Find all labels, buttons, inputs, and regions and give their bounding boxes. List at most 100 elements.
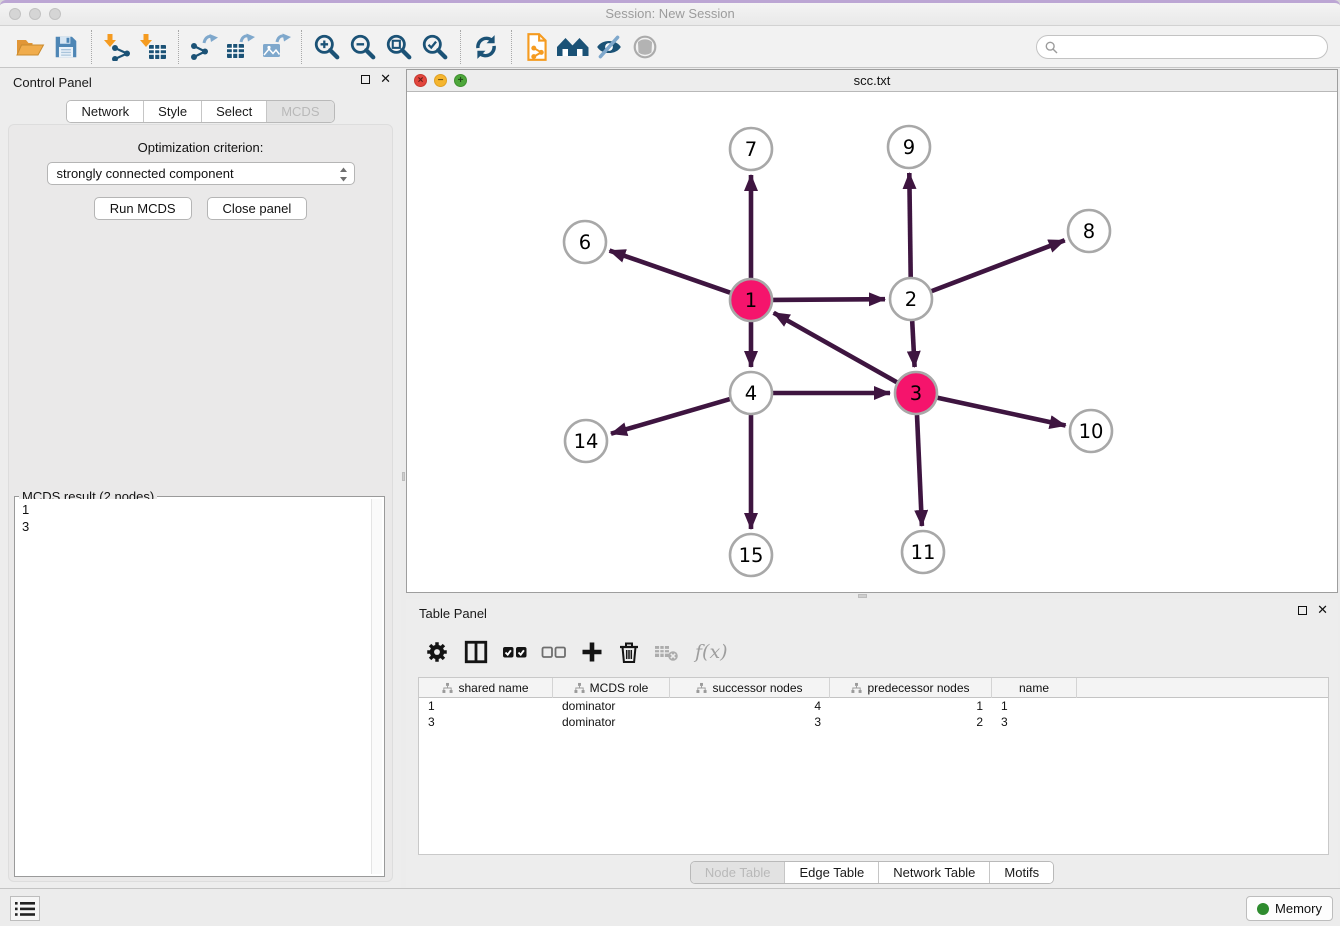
column-label: successor nodes — [712, 681, 802, 695]
hide-selected-icon[interactable] — [591, 30, 627, 64]
control-panel-tabs: NetworkStyleSelectMCDS — [66, 100, 334, 123]
tab-mcds[interactable]: MCDS — [267, 101, 333, 122]
minimize-window-icon[interactable] — [29, 8, 41, 20]
float-panel-icon[interactable] — [361, 75, 370, 84]
search-input[interactable] — [1036, 35, 1328, 59]
node-label: 14 — [574, 430, 599, 453]
zoom-in-icon[interactable] — [309, 30, 345, 64]
network-minimize-icon[interactable]: − — [434, 74, 447, 87]
column-label: predecessor nodes — [867, 681, 969, 695]
node-label: 9 — [903, 136, 915, 159]
column-header-shared-name[interactable]: shared name — [419, 678, 553, 698]
node-10[interactable]: 10 — [1070, 410, 1112, 452]
close-panel-button[interactable]: Close panel — [207, 197, 308, 220]
split-columns-icon[interactable] — [463, 639, 489, 665]
cell-shared-name[interactable]: 1 — [419, 698, 553, 714]
mcds-tab-content: Optimization criterion: strongly connect… — [8, 124, 393, 882]
cell-name[interactable]: 1 — [992, 698, 1077, 714]
window-controls — [9, 8, 61, 20]
edge-2-9[interactable] — [909, 173, 910, 277]
edge-2-8[interactable] — [932, 240, 1065, 291]
column-header-predecessor-nodes[interactable]: predecessor nodes — [830, 678, 992, 698]
node-3[interactable]: 3 — [895, 372, 937, 414]
node-14[interactable]: 14 — [565, 420, 607, 462]
network-maximize-icon[interactable]: + — [454, 74, 467, 87]
zoom-selected-icon[interactable] — [417, 30, 453, 64]
add-row-icon[interactable] — [580, 640, 604, 664]
table-tab-edge-table[interactable]: Edge Table — [785, 862, 879, 883]
table-row-2[interactable]: 3dominator323 — [419, 714, 1328, 730]
table-tab-node-table[interactable]: Node Table — [691, 862, 786, 883]
save-session-icon[interactable] — [48, 30, 84, 64]
node-1[interactable]: 1 — [730, 279, 772, 321]
cell-predecessor-nodes[interactable]: 1 — [830, 698, 992, 714]
node-6[interactable]: 6 — [564, 221, 606, 263]
node-9[interactable]: 9 — [888, 126, 930, 168]
close-window-icon[interactable] — [9, 8, 21, 20]
column-header-name[interactable]: name — [992, 678, 1077, 698]
column-header-successor-nodes[interactable]: successor nodes — [670, 678, 830, 698]
node-8[interactable]: 8 — [1068, 210, 1110, 252]
edge-3-10[interactable] — [938, 398, 1066, 426]
column-header-mcds-role[interactable]: MCDS role — [553, 678, 670, 698]
deselect-all-icon[interactable] — [541, 642, 567, 662]
zoom-out-icon[interactable] — [345, 30, 381, 64]
close-table-panel-icon[interactable]: ✕ — [1317, 605, 1328, 615]
cell-mcds-role[interactable]: dominator — [553, 698, 670, 714]
node-label: 6 — [579, 231, 591, 254]
edge-3-11[interactable] — [917, 415, 922, 526]
optimization-criterion-select[interactable]: strongly connected component — [47, 162, 355, 185]
toolbar-separator — [460, 30, 461, 64]
cell-shared-name[interactable]: 3 — [419, 714, 553, 730]
tab-style[interactable]: Style — [144, 101, 202, 122]
network-close-icon[interactable]: × — [414, 74, 427, 87]
task-history-button[interactable] — [10, 896, 40, 921]
edge-1-6[interactable] — [610, 251, 731, 293]
first-neighbors-icon[interactable] — [555, 30, 591, 64]
edge-1-2[interactable] — [773, 299, 885, 300]
refresh-layout-icon[interactable] — [468, 30, 504, 64]
node-7[interactable]: 7 — [730, 128, 772, 170]
edge-3-1[interactable] — [774, 313, 897, 382]
import-table-icon[interactable] — [135, 30, 171, 64]
float-table-panel-icon[interactable] — [1298, 606, 1307, 615]
network-window-titlebar: × − + scc.txt — [407, 70, 1337, 92]
zoom-fit-icon[interactable] — [381, 30, 417, 64]
node-4[interactable]: 4 — [730, 372, 772, 414]
import-network-icon[interactable] — [99, 30, 135, 64]
table-row-1[interactable]: 1dominator411 — [419, 698, 1328, 714]
maximize-window-icon[interactable] — [49, 8, 61, 20]
hierarchy-icon — [851, 682, 862, 694]
mcds-result-text[interactable]: 13 — [17, 499, 382, 874]
tab-select[interactable]: Select — [202, 101, 267, 122]
open-session-icon[interactable] — [12, 30, 48, 64]
close-panel-icon[interactable]: ✕ — [380, 74, 391, 84]
network-canvas[interactable]: 1 2 3 4 6 7 8 9 10 11 14 15 — [407, 92, 1337, 592]
table-settings-icon[interactable] — [424, 639, 450, 665]
edge-2-3[interactable] — [912, 321, 914, 367]
select-all-icon[interactable] — [502, 642, 528, 662]
clone-network-icon[interactable] — [519, 30, 555, 64]
tab-network[interactable]: Network — [67, 101, 144, 122]
result-scrollbar[interactable] — [371, 499, 382, 874]
cell-successor-nodes[interactable]: 4 — [670, 698, 830, 714]
edge-4-14[interactable] — [611, 399, 730, 434]
cell-predecessor-nodes[interactable]: 2 — [830, 714, 992, 730]
run-mcds-button[interactable]: Run MCDS — [94, 197, 192, 220]
export-table-icon[interactable] — [222, 30, 258, 64]
node-15[interactable]: 15 — [730, 534, 772, 576]
delete-row-icon[interactable] — [617, 639, 641, 665]
table-tab-motifs[interactable]: Motifs — [990, 862, 1053, 883]
toolbar-separator — [511, 30, 512, 64]
table-panel: Table Panel ✕ f(x) shared nameMCDS roles… — [406, 599, 1338, 889]
search-box — [1036, 35, 1328, 59]
node-11[interactable]: 11 — [902, 531, 944, 573]
table-tab-network-table[interactable]: Network Table — [879, 862, 990, 883]
cell-name[interactable]: 3 — [992, 714, 1077, 730]
export-network-icon[interactable] — [186, 30, 222, 64]
node-2[interactable]: 2 — [890, 278, 932, 320]
memory-button[interactable]: Memory — [1246, 896, 1333, 921]
cell-mcds-role[interactable]: dominator — [553, 714, 670, 730]
cell-successor-nodes[interactable]: 3 — [670, 714, 830, 730]
export-image-icon[interactable] — [258, 30, 294, 64]
